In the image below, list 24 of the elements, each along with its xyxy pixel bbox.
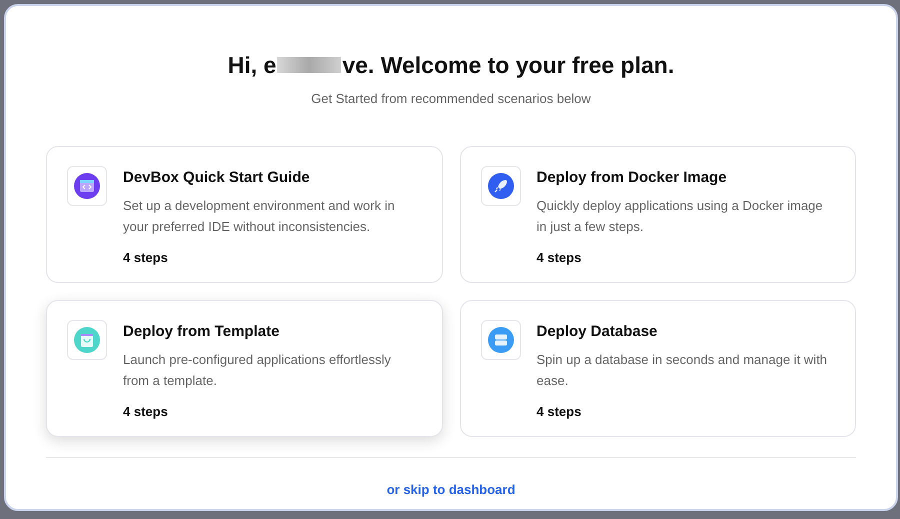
card-description: Launch pre-configured applications effortlessly from a template. [123, 350, 392, 390]
scenario-card[interactable]: DevBox Quick Start Guide Set up a development environment and work in your preferred IDE without inconsistencies. 4 steps [46, 146, 442, 283]
scenario-card[interactable]: Deploy from Template Launch pre-configured applications effortlessly from a template. 4 steps [46, 300, 442, 437]
card-title: DevBox Quick Start Guide [123, 168, 311, 188]
code-window-icon [74, 173, 100, 199]
server-icon [488, 327, 514, 353]
card-description: Set up a development environment and work in your preferred IDE without inconsistencies. [123, 196, 396, 236]
scenario-card[interactable]: Deploy from Docker Image Quickly deploy applications using a Docker image in just a few steps. 4 steps [460, 146, 856, 283]
shopping-bag-icon [74, 327, 100, 353]
redaction-blur [277, 57, 342, 74]
card-description: Spin up a database in seconds and manage it with ease. [536, 350, 828, 390]
skip-to-dashboard-link[interactable]: or skip to dashboard [386, 480, 516, 500]
step-count: 4 steps [123, 402, 169, 421]
card-title: Deploy Database [536, 322, 658, 342]
subtitle: Get Started from recommended scenarios below [311, 90, 591, 108]
heading-text: ve. Welcome to your free plan. [342, 51, 674, 80]
step-count: 4 steps [536, 402, 582, 421]
step-count: 4 steps [123, 248, 169, 267]
card-description: Quickly deploy applications using a Docker image in just a few steps. [536, 196, 824, 236]
card-title: Deploy from Docker Image [536, 168, 728, 188]
step-count: 4 steps [536, 248, 582, 267]
heading-text: Hi, e [228, 51, 276, 80]
card-title: Deploy from Template [123, 322, 280, 342]
scenario-card[interactable]: Deploy Database Spin up a database in seconds and manage it with ease. 4 steps [460, 300, 856, 437]
